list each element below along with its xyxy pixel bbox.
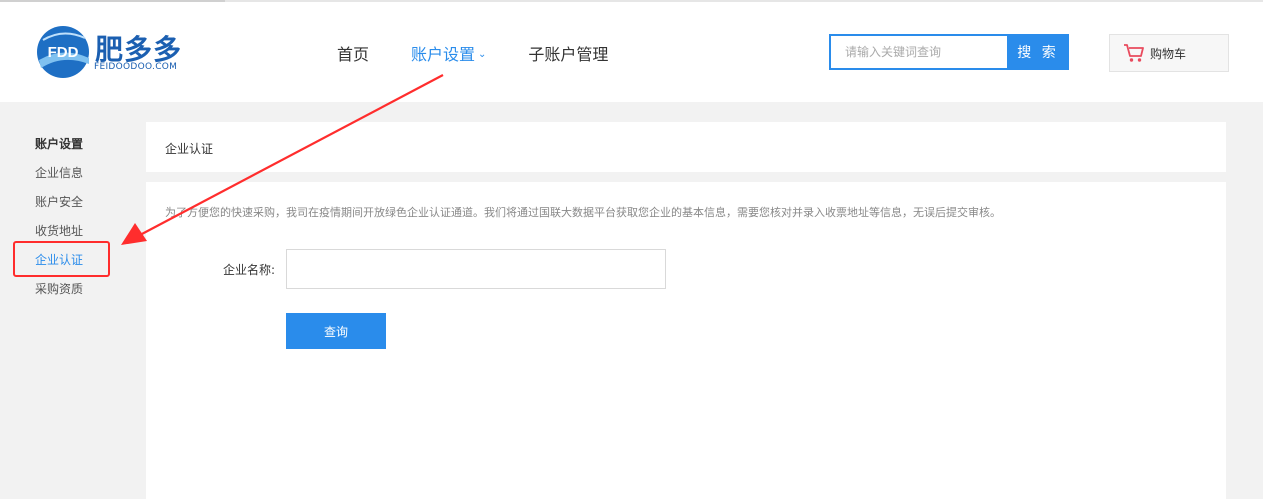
sidebar: 账户设置 企业信息 账户安全 收货地址 企业认证 采购资质 (0, 102, 146, 499)
sidebar-title: 账户设置 (35, 137, 84, 151)
nav-account-settings[interactable]: 账户设置 ⌄ (411, 41, 486, 65)
certification-form-card: 为了方便您的快速采购，我司在疫情期间开放绿色企业认证通道。我们将通过国联大数据平… (146, 182, 1226, 499)
sidebar-item-company-certification[interactable]: 企业认证 (35, 251, 83, 268)
section-header-card: 企业认证 (146, 122, 1226, 172)
search-input[interactable] (829, 34, 1007, 70)
nav-home[interactable]: 首页 (337, 41, 369, 65)
company-name-input[interactable] (286, 249, 666, 289)
cart-label: 购物车 (1150, 46, 1187, 61)
sidebar-item-account-security[interactable]: 账户安全 (35, 193, 83, 210)
nav-sub-account-label: 子账户管理 (528, 45, 609, 64)
main-nav: 首页 账户设置 ⌄ 子账户管理 (337, 41, 650, 65)
nav-account-settings-label: 账户设置 (411, 45, 476, 64)
sidebar-item-company-info[interactable]: 企业信息 (35, 164, 83, 181)
nav-sub-account[interactable]: 子账户管理 (528, 41, 608, 65)
query-button[interactable]: 查询 (286, 313, 386, 349)
sidebar-item-purchase-qualification[interactable]: 采购资质 (35, 280, 83, 297)
cart-button[interactable]: 购物车 (1109, 34, 1229, 72)
notice-text: 为了方便您的快速采购，我司在疫情期间开放绿色企业认证通道。我们将通过国联大数据平… (165, 206, 1001, 219)
search-bar: 搜 索 (829, 34, 1069, 70)
logo-globe-icon: FDD (37, 26, 89, 78)
sidebar-item-shipping-address[interactable]: 收货地址 (35, 222, 83, 239)
search-button[interactable]: 搜 索 (1007, 34, 1069, 70)
logo-badge-text: FDD (48, 44, 79, 61)
company-name-label: 企业名称: (223, 263, 276, 277)
site-logo[interactable]: FDD 肥多多 FEIDOODOO.COM (35, 24, 185, 80)
logo-name-en: FEIDOODOO.COM (94, 62, 178, 72)
chevron-down-icon: ⌄ (478, 48, 487, 60)
nav-home-label: 首页 (337, 45, 370, 64)
cart-icon (1124, 44, 1144, 62)
section-title: 企业认证 (165, 142, 214, 156)
top-header: FDD 肥多多 FEIDOODOO.COM 首页 账户设置⌄ 子账户管理 搜 索… (0, 2, 1263, 102)
